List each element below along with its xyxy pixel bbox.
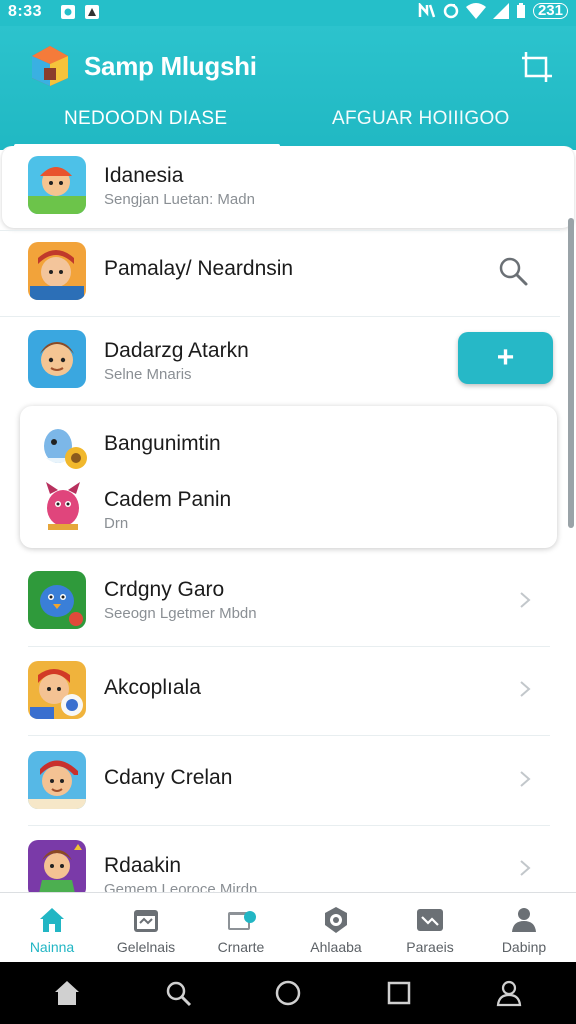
add-button[interactable]: +: [458, 332, 553, 384]
nfc-icon: [418, 3, 436, 18]
chevron-right-icon[interactable]: [518, 680, 532, 698]
crop-icon[interactable]: [520, 50, 554, 84]
list-item-title: Dadarzg Atarkn: [104, 339, 249, 362]
battery-icon: [516, 3, 525, 18]
chevron-right-icon[interactable]: [518, 859, 532, 877]
nav-item-badge[interactable]: Ahlaaba: [288, 893, 384, 963]
avatar-blue-bird: [36, 418, 94, 476]
list-item-title: Pamalay/ Neardnsin: [104, 257, 294, 280]
list-item-title: Cadem Panin: [104, 488, 232, 511]
avatar-pirate: [28, 242, 86, 300]
list-item-title: Cdany Crelan: [104, 766, 233, 789]
badge-icon: [325, 907, 347, 933]
status-right-icons: 231: [418, 3, 568, 19]
app-bar: Samp Mlugshi NEDOODN DIASE AFGUAR HOIIIG…: [0, 26, 576, 150]
nav-item-media[interactable]: Paraeis: [382, 893, 478, 963]
nav-item-profile[interactable]: Dabinp: [476, 893, 572, 963]
avatar-boy: [28, 330, 86, 388]
list-item-title: Idanesia: [104, 164, 184, 187]
list-item-subtitle: Gemem Leoroce Mirdn: [104, 881, 258, 892]
app-title: Samp Mlugshi: [84, 51, 257, 81]
sync-icon: [443, 3, 459, 19]
avatar-green-hero: [28, 840, 86, 892]
avatar-pink-creature: [36, 476, 94, 534]
nav-label: Paraeis: [406, 939, 454, 955]
nav-label: Ahlaaba: [310, 939, 362, 955]
folder-icon: [228, 911, 256, 930]
wifi-icon: [465, 3, 486, 19]
avatar-cap-boy: [28, 751, 86, 809]
battery-percentage: 231: [532, 3, 568, 19]
nav-label: Gelelnais: [116, 939, 176, 955]
app-list: Idanesia Sengjan Luetan: Madn Pamalay/ N…: [0, 146, 576, 892]
system-recents-icon[interactable]: [384, 978, 414, 1008]
scrollbar[interactable]: [568, 218, 574, 528]
mail-notification-icon: [61, 5, 75, 19]
status-bar: 8:33 231: [0, 0, 576, 26]
app-notification-icon: [85, 5, 99, 19]
calendar-icon: [134, 910, 158, 932]
bottom-navigation: Nainna Gelelnais Crnarte Ahlaaba Paraeis…: [0, 892, 576, 962]
app-logo-icon: [32, 46, 68, 86]
list-item-subtitle: Selne Mnaris: [104, 366, 192, 383]
system-home-icon[interactable]: [52, 978, 82, 1008]
avatar-red-hair: [28, 661, 86, 719]
tab-secondary[interactable]: AFGUAR HOIIIGOO: [332, 108, 510, 130]
signal-icon: [492, 3, 509, 19]
system-navigation-bar: [0, 962, 576, 1024]
home-icon: [40, 908, 64, 932]
tab-primary[interactable]: NEDOODN DIASE: [64, 108, 227, 130]
system-circle-home-icon[interactable]: [273, 978, 303, 1008]
nav-item-home[interactable]: Nainna: [4, 893, 100, 963]
list-item-title: Bangunimtin: [104, 432, 221, 455]
nav-label: Crnarte: [217, 939, 265, 955]
list-item-title: Rdaakin: [104, 854, 182, 877]
nav-item-calendar[interactable]: Gelelnais: [98, 893, 194, 963]
system-search-icon[interactable]: [163, 978, 193, 1008]
nav-item-folder[interactable]: Crnarte: [193, 893, 289, 963]
system-account-icon[interactable]: [494, 978, 524, 1008]
profile-icon: [512, 908, 536, 932]
media-icon: [417, 909, 443, 931]
nav-label: Nainna: [29, 939, 75, 955]
chevron-right-icon[interactable]: [518, 591, 532, 609]
add-button-label: +: [496, 341, 515, 374]
nav-label: Dabinp: [501, 939, 547, 955]
list-item-subtitle: Drn: [104, 515, 129, 532]
list-item-title: Akcoplıala: [104, 676, 201, 699]
status-time: 8:33: [8, 3, 43, 20]
list-item-title: Crdgny Garo: [104, 578, 225, 601]
list-item-subtitle: Sengjan Luetan: Madn: [104, 191, 255, 208]
list-item-subtitle: Seeogn Lgetmer Mbdn: [104, 605, 257, 622]
avatar-blue-bird-green: [28, 571, 86, 629]
grouped-items-card: [20, 406, 557, 548]
search-icon[interactable]: [496, 254, 530, 288]
chevron-right-icon[interactable]: [518, 770, 532, 788]
list-item-card[interactable]: [2, 146, 574, 228]
avatar-hero-green: [28, 156, 86, 214]
